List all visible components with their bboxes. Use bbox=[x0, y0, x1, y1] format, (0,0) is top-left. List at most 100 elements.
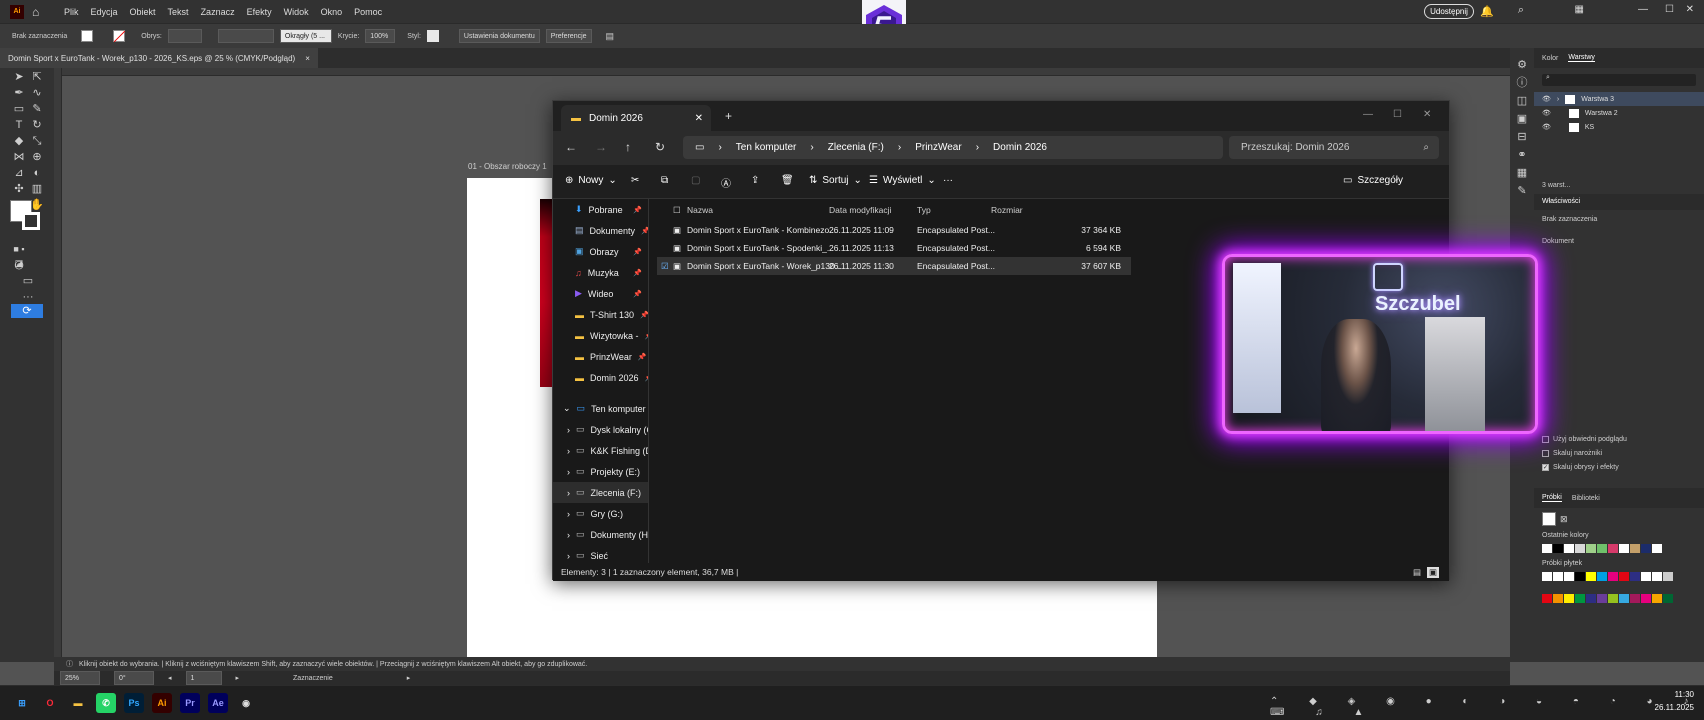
blend-tool-icon[interactable]: ◐ bbox=[29, 166, 45, 180]
tab-swatches[interactable]: Próbki bbox=[1542, 494, 1562, 502]
breadcrumb-item[interactable]: Ten komputer bbox=[736, 142, 797, 153]
home-icon[interactable]: ⌂ bbox=[32, 5, 46, 19]
workspace-icon[interactable]: ▦ bbox=[1575, 4, 1584, 15]
color-swatch[interactable] bbox=[1630, 544, 1640, 553]
document-setup-button[interactable]: Ustawienia dokumentu bbox=[458, 29, 540, 43]
width-tool-icon[interactable]: ⋈ bbox=[11, 150, 27, 164]
minimize-icon[interactable]: — bbox=[1638, 4, 1648, 15]
preferences-button[interactable]: Preferencje bbox=[545, 29, 592, 43]
menu-edit[interactable]: Edycja bbox=[91, 7, 118, 17]
opacity-input[interactable]: 100% bbox=[365, 29, 396, 43]
chevron-down-icon[interactable]: ⌄ bbox=[563, 403, 571, 414]
chevron-right-icon[interactable]: › bbox=[567, 467, 570, 477]
color-swatch[interactable] bbox=[1608, 572, 1618, 581]
color-swatch[interactable] bbox=[1641, 594, 1651, 603]
chevron-right-icon[interactable]: › bbox=[567, 425, 570, 435]
variable-width-dropdown[interactable] bbox=[217, 29, 274, 43]
tab-layers[interactable]: Warstwy bbox=[1568, 54, 1595, 62]
draw-mode-icon[interactable]: ◎ bbox=[11, 258, 27, 272]
color-swatch[interactable] bbox=[1641, 572, 1651, 581]
menu-select[interactable]: Zaznacz bbox=[201, 7, 235, 17]
document-tab[interactable]: Domin Sport x EuroTank - Worek_p130 - 20… bbox=[0, 48, 318, 68]
sidebar-item[interactable]: ▬ PrinzWear 📌 bbox=[553, 346, 648, 367]
eye-icon[interactable]: 👁 bbox=[1542, 109, 1551, 117]
cut-icon[interactable]: ✂ bbox=[631, 175, 639, 186]
selection-tool-icon[interactable]: ➤ bbox=[11, 70, 27, 84]
color-swatch[interactable] bbox=[1553, 572, 1563, 581]
rename-icon[interactable]: Ⓐ bbox=[721, 175, 731, 190]
search-input[interactable]: Przeszukaj: Domin 2026 ⌕ bbox=[1229, 136, 1439, 159]
tab-properties[interactable]: Właściwości bbox=[1534, 194, 1704, 210]
option-scale-corners[interactable]: Skaluj narożniki bbox=[1542, 450, 1602, 457]
zoom-dropdown[interactable]: 25% bbox=[60, 671, 100, 685]
color-swatch[interactable] bbox=[1597, 544, 1607, 553]
shape-builder-icon[interactable]: ⊕ bbox=[29, 150, 45, 164]
color-mode-icons[interactable]: ■ ▪ ◪ bbox=[11, 242, 27, 268]
color-swatch[interactable] bbox=[1575, 594, 1585, 603]
curvature-tool-icon[interactable]: ∿ bbox=[29, 86, 45, 100]
pin-icon[interactable]: 📌 bbox=[645, 332, 648, 340]
eraser-tool-icon[interactable]: ◆ bbox=[11, 134, 27, 148]
pin-icon[interactable]: 📌 bbox=[645, 374, 648, 382]
pin-icon[interactable]: 📌 bbox=[633, 290, 642, 298]
taskbar-app-windows[interactable]: ⊞ bbox=[12, 693, 32, 713]
layer-row[interactable]: 👁 KS bbox=[1534, 120, 1704, 134]
share-icon[interactable]: ⇪ bbox=[751, 175, 759, 186]
rotate-tool-icon[interactable]: ↻ bbox=[29, 118, 45, 132]
color-swatch[interactable] bbox=[1542, 594, 1552, 603]
menu-file[interactable]: Plik bbox=[64, 7, 79, 17]
swatch-row[interactable] bbox=[1542, 572, 1673, 581]
breadcrumb-item[interactable]: PrinzWear bbox=[915, 142, 962, 153]
pin-icon[interactable]: 📌 bbox=[633, 269, 642, 277]
stroke-weight-input[interactable] bbox=[167, 29, 202, 43]
tray-icons[interactable]: ⌃ ◆ ◈ ◉ ● ◐ ◑ ◒ ◓ ◔ ◕ ♪ ⌨ ♫ ▲ bbox=[1270, 696, 1704, 718]
share-button[interactable]: Udostępnij bbox=[1424, 4, 1474, 19]
layer-row[interactable]: 👁 › Warstwa 3 bbox=[1534, 92, 1704, 106]
libraries-icon[interactable]: ◫ bbox=[1514, 94, 1530, 108]
close-button[interactable]: ✕ bbox=[1423, 109, 1431, 120]
pen-tool-icon[interactable]: ✒ bbox=[11, 86, 27, 100]
more-tools-icon[interactable]: ··· bbox=[20, 290, 36, 304]
color-swatch[interactable] bbox=[1586, 572, 1596, 581]
forward-icon[interactable]: → bbox=[595, 140, 607, 154]
artboard-next-icon[interactable]: ▸ bbox=[236, 674, 240, 682]
layers-search[interactable]: ⌕ bbox=[1542, 74, 1696, 86]
minimize-button[interactable]: — bbox=[1363, 109, 1373, 120]
refresh-icon[interactable]: ↻ bbox=[655, 140, 665, 154]
color-swatch[interactable] bbox=[1586, 594, 1596, 603]
checkbox-checked[interactable]: ✓ bbox=[1542, 464, 1549, 471]
taskbar-app-opera[interactable]: O bbox=[40, 693, 60, 713]
swatch-fill[interactable] bbox=[1542, 512, 1556, 526]
sidebar-item[interactable]: ▬ Wizytowka - 📌 bbox=[553, 325, 648, 346]
taskbar-app-premiere[interactable]: Pr bbox=[180, 693, 200, 713]
sidebar-item[interactable]: ⬇ Pobrane 📌 bbox=[553, 199, 648, 220]
color-swatch[interactable] bbox=[1652, 572, 1662, 581]
menu-window[interactable]: Okno bbox=[321, 7, 343, 17]
color-swatch[interactable] bbox=[1575, 572, 1585, 581]
checkbox[interactable] bbox=[1542, 436, 1549, 443]
color-swatch[interactable] bbox=[1663, 594, 1673, 603]
eyedropper-tool-icon[interactable]: ⊿ bbox=[11, 166, 27, 180]
file-row[interactable]: ☑ ▣ Domin Sport x EuroTank - Worek_p130...… bbox=[657, 257, 1131, 275]
scale-tool-icon[interactable]: ⤡ bbox=[29, 134, 45, 148]
swatches-icon[interactable]: ▦ bbox=[1514, 166, 1530, 180]
bell-icon[interactable]: 🔔 bbox=[1480, 5, 1494, 18]
color-swatch[interactable] bbox=[1575, 544, 1585, 553]
artboards-icon[interactable]: ⊟ bbox=[1514, 130, 1530, 144]
option-scale-strokes[interactable]: ✓ Skaluj obrysy i efekty bbox=[1542, 464, 1619, 471]
sidebar-drive[interactable]: › ▭ K&K Fishing (D:) bbox=[553, 440, 648, 461]
sidebar-item[interactable]: ▬ Domin 2026 📌 bbox=[553, 367, 648, 388]
rectangle-tool-icon[interactable]: ▭ bbox=[11, 102, 27, 116]
screen-mode-icon[interactable]: ▭ bbox=[20, 274, 36, 288]
color-swatch[interactable] bbox=[1630, 594, 1640, 603]
explorer-tab[interactable]: ▬ Domin 2026 ✕ bbox=[561, 105, 711, 131]
paste-icon[interactable]: ▢ bbox=[691, 175, 700, 186]
column-size[interactable]: Rozmiar bbox=[991, 205, 1023, 215]
sidebar-item[interactable]: ▤ Dokumenty 📌 bbox=[553, 220, 648, 241]
color-swatch[interactable] bbox=[1564, 572, 1574, 581]
checkbox[interactable] bbox=[1542, 450, 1549, 457]
sidebar-item-this-pc[interactable]: ⌄ ▭ Ten komputer bbox=[553, 398, 648, 419]
menu-effects[interactable]: Efekty bbox=[247, 7, 272, 17]
swatch-row[interactable] bbox=[1542, 594, 1673, 603]
delete-icon[interactable]: 🗑 bbox=[781, 175, 794, 186]
